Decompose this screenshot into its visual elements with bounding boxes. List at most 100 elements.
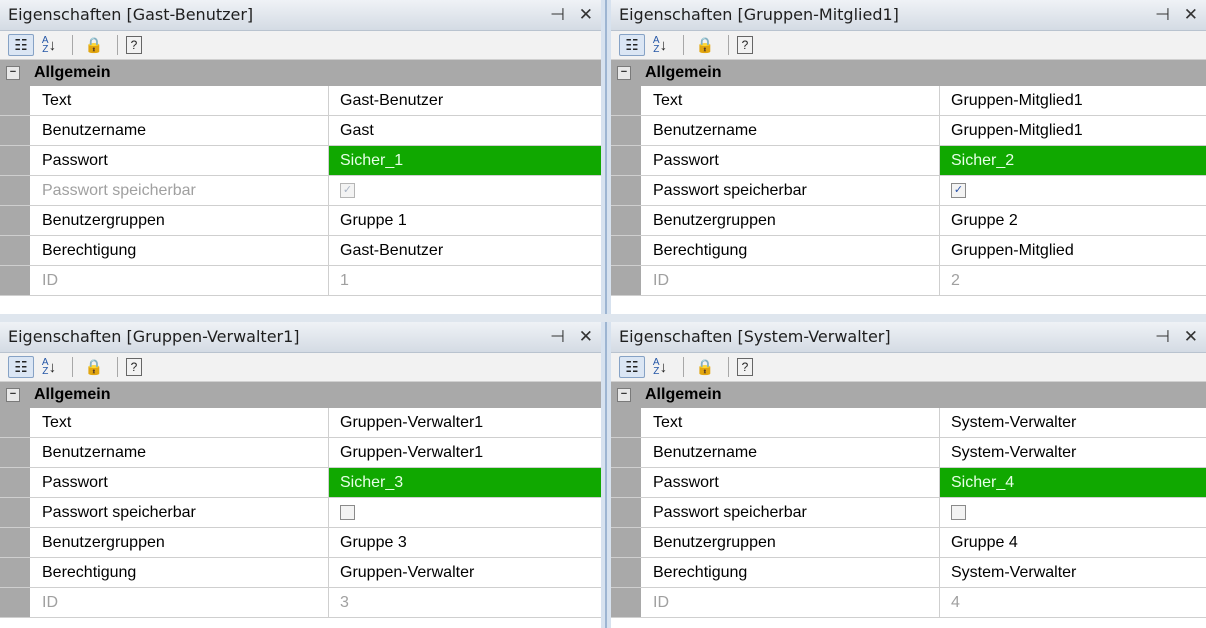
collapse-icon[interactable]: − xyxy=(617,388,631,402)
property-row-benutzergruppen[interactable]: Benutzergruppen Gruppe 2 xyxy=(611,206,1206,236)
lock-icon[interactable]: 🔒 xyxy=(692,34,718,56)
panel-splitter-horizontal[interactable] xyxy=(0,314,1206,322)
property-grid: − Allgemein Text System-Verwalter Benutz… xyxy=(611,382,1206,618)
pin-icon[interactable]: ⊣ xyxy=(550,0,565,30)
passwort-speicherbar-checkbox[interactable] xyxy=(340,505,355,520)
property-row-benutzername[interactable]: Benutzername System-Verwalter xyxy=(611,438,1206,468)
panel-titlebar[interactable]: Eigenschaften [Gruppen-Mitglied1] ⊣ ✕ xyxy=(611,0,1206,31)
property-value-benutzergruppen[interactable]: Gruppe 4 xyxy=(940,528,1206,557)
property-row-passwort[interactable]: Passwort Sicher_3 xyxy=(0,468,601,498)
collapse-icon[interactable]: − xyxy=(617,66,631,80)
property-row-id[interactable]: ID 1 xyxy=(0,266,601,296)
property-row-text[interactable]: Text System-Verwalter xyxy=(611,408,1206,438)
property-toolbar: ☷ A Z ↓ 🔒 ? xyxy=(0,31,601,60)
lock-icon[interactable]: 🔒 xyxy=(81,356,107,378)
property-value-passwort[interactable]: Sicher_4 xyxy=(940,468,1206,497)
help-icon[interactable]: ? xyxy=(737,36,753,54)
help-icon[interactable]: ? xyxy=(126,358,142,376)
pin-icon[interactable]: ⊣ xyxy=(1155,322,1170,352)
alphabetical-sort-icon[interactable]: A Z ↓ xyxy=(36,34,62,56)
alphabetical-sort-icon[interactable]: A Z ↓ xyxy=(647,34,673,56)
property-value-berechtigung[interactable]: Gruppen-Verwalter xyxy=(329,558,601,587)
categorized-view-icon[interactable]: ☷ xyxy=(8,356,34,378)
categorized-view-icon[interactable]: ☷ xyxy=(8,34,34,56)
property-row-berechtigung[interactable]: Berechtigung Gruppen-Verwalter xyxy=(0,558,601,588)
passwort-speicherbar-checkbox[interactable]: ✓ xyxy=(340,183,355,198)
help-icon[interactable]: ? xyxy=(737,358,753,376)
panel-titlebar[interactable]: Eigenschaften [Gruppen-Verwalter1] ⊣ ✕ xyxy=(0,322,601,353)
property-name: Benutzergruppen xyxy=(30,528,329,557)
property-row-id[interactable]: ID 4 xyxy=(611,588,1206,618)
property-row-passwort-speicherbar[interactable]: Passwort speicherbar xyxy=(611,498,1206,528)
close-icon[interactable]: ✕ xyxy=(1184,322,1198,352)
categorized-view-icon[interactable]: ☷ xyxy=(619,34,645,56)
property-row-text[interactable]: Text Gruppen-Mitglied1 xyxy=(611,86,1206,116)
property-name: Text xyxy=(641,408,940,437)
property-row-id[interactable]: ID 3 xyxy=(0,588,601,618)
collapse-icon[interactable]: − xyxy=(6,66,20,80)
close-icon[interactable]: ✕ xyxy=(579,0,593,30)
property-value-text[interactable]: System-Verwalter xyxy=(940,408,1206,437)
property-row-benutzername[interactable]: Benutzername Gast xyxy=(0,116,601,146)
property-row-berechtigung[interactable]: Berechtigung System-Verwalter xyxy=(611,558,1206,588)
property-row-passwort-speicherbar[interactable]: Passwort speicherbar ✓ xyxy=(611,176,1206,206)
property-row-id[interactable]: ID 2 xyxy=(611,266,1206,296)
category-row[interactable]: − Allgemein xyxy=(0,60,601,86)
panel-titlebar[interactable]: Eigenschaften [System-Verwalter] ⊣ ✕ xyxy=(611,322,1206,353)
property-row-text[interactable]: Text Gruppen-Verwalter1 xyxy=(0,408,601,438)
sort-arrow-glyph: ↓ xyxy=(48,358,57,376)
property-row-passwort[interactable]: Passwort Sicher_1 xyxy=(0,146,601,176)
toolbar-separator xyxy=(683,35,684,55)
close-icon[interactable]: ✕ xyxy=(579,322,593,352)
property-row-passwort-speicherbar[interactable]: Passwort speicherbar ✓ xyxy=(0,176,601,206)
property-row-benutzername[interactable]: Benutzername Gruppen-Verwalter1 xyxy=(0,438,601,468)
property-value-berechtigung[interactable]: System-Verwalter xyxy=(940,558,1206,587)
property-toolbar: ☷ A Z ↓ 🔒 ? xyxy=(0,353,601,382)
categorized-view-icon[interactable]: ☷ xyxy=(619,356,645,378)
property-value-benutzername[interactable]: System-Verwalter xyxy=(940,438,1206,467)
panel-titlebar[interactable]: Eigenschaften [Gast-Benutzer] ⊣ ✕ xyxy=(0,0,601,31)
property-row-benutzername[interactable]: Benutzername Gruppen-Mitglied1 xyxy=(611,116,1206,146)
property-row-benutzergruppen[interactable]: Benutzergruppen Gruppe 4 xyxy=(611,528,1206,558)
property-row-berechtigung[interactable]: Berechtigung Gruppen-Mitglied xyxy=(611,236,1206,266)
lock-icon[interactable]: 🔒 xyxy=(692,356,718,378)
property-value-benutzergruppen[interactable]: Gruppe 1 xyxy=(329,206,601,235)
property-row-passwort-speicherbar[interactable]: Passwort speicherbar xyxy=(0,498,601,528)
pin-icon[interactable]: ⊣ xyxy=(550,322,565,352)
alphabetical-sort-icon[interactable]: A Z ↓ xyxy=(36,356,62,378)
property-value-benutzername[interactable]: Gast xyxy=(329,116,601,145)
property-name: Passwort xyxy=(30,146,329,175)
pin-icon[interactable]: ⊣ xyxy=(1155,0,1170,30)
toolbar-separator xyxy=(72,35,73,55)
alphabetical-sort-icon[interactable]: A Z ↓ xyxy=(647,356,673,378)
property-value-text[interactable]: Gruppen-Verwalter1 xyxy=(329,408,601,437)
property-value-text[interactable]: Gast-Benutzer xyxy=(329,86,601,115)
property-row-text[interactable]: Text Gast-Benutzer xyxy=(0,86,601,116)
property-row-passwort[interactable]: Passwort Sicher_2 xyxy=(611,146,1206,176)
category-row[interactable]: − Allgemein xyxy=(0,382,601,408)
category-label: Allgemein xyxy=(34,64,111,81)
property-value-passwort[interactable]: Sicher_3 xyxy=(329,468,601,497)
property-value-berechtigung[interactable]: Gast-Benutzer xyxy=(329,236,601,265)
property-value-text[interactable]: Gruppen-Mitglied1 xyxy=(940,86,1206,115)
close-icon[interactable]: ✕ xyxy=(1184,0,1198,30)
property-value-berechtigung[interactable]: Gruppen-Mitglied xyxy=(940,236,1206,265)
category-row[interactable]: − Allgemein xyxy=(611,382,1206,408)
property-value-benutzergruppen[interactable]: Gruppe 3 xyxy=(329,528,601,557)
property-row-passwort[interactable]: Passwort Sicher_4 xyxy=(611,468,1206,498)
passwort-speicherbar-checkbox[interactable]: ✓ xyxy=(951,183,966,198)
passwort-speicherbar-checkbox[interactable] xyxy=(951,505,966,520)
property-value-benutzergruppen[interactable]: Gruppe 2 xyxy=(940,206,1206,235)
property-row-benutzergruppen[interactable]: Benutzergruppen Gruppe 3 xyxy=(0,528,601,558)
property-row-benutzergruppen[interactable]: Benutzergruppen Gruppe 1 xyxy=(0,206,601,236)
property-value-passwort[interactable]: Sicher_2 xyxy=(940,146,1206,175)
property-row-berechtigung[interactable]: Berechtigung Gast-Benutzer xyxy=(0,236,601,266)
category-row[interactable]: − Allgemein xyxy=(611,60,1206,86)
property-toolbar: ☷ A Z ↓ 🔒 ? xyxy=(611,353,1206,382)
property-value-benutzername[interactable]: Gruppen-Verwalter1 xyxy=(329,438,601,467)
collapse-icon[interactable]: − xyxy=(6,388,20,402)
property-value-passwort[interactable]: Sicher_1 xyxy=(329,146,601,175)
property-value-benutzername[interactable]: Gruppen-Mitglied1 xyxy=(940,116,1206,145)
help-icon[interactable]: ? xyxy=(126,36,142,54)
lock-icon[interactable]: 🔒 xyxy=(81,34,107,56)
